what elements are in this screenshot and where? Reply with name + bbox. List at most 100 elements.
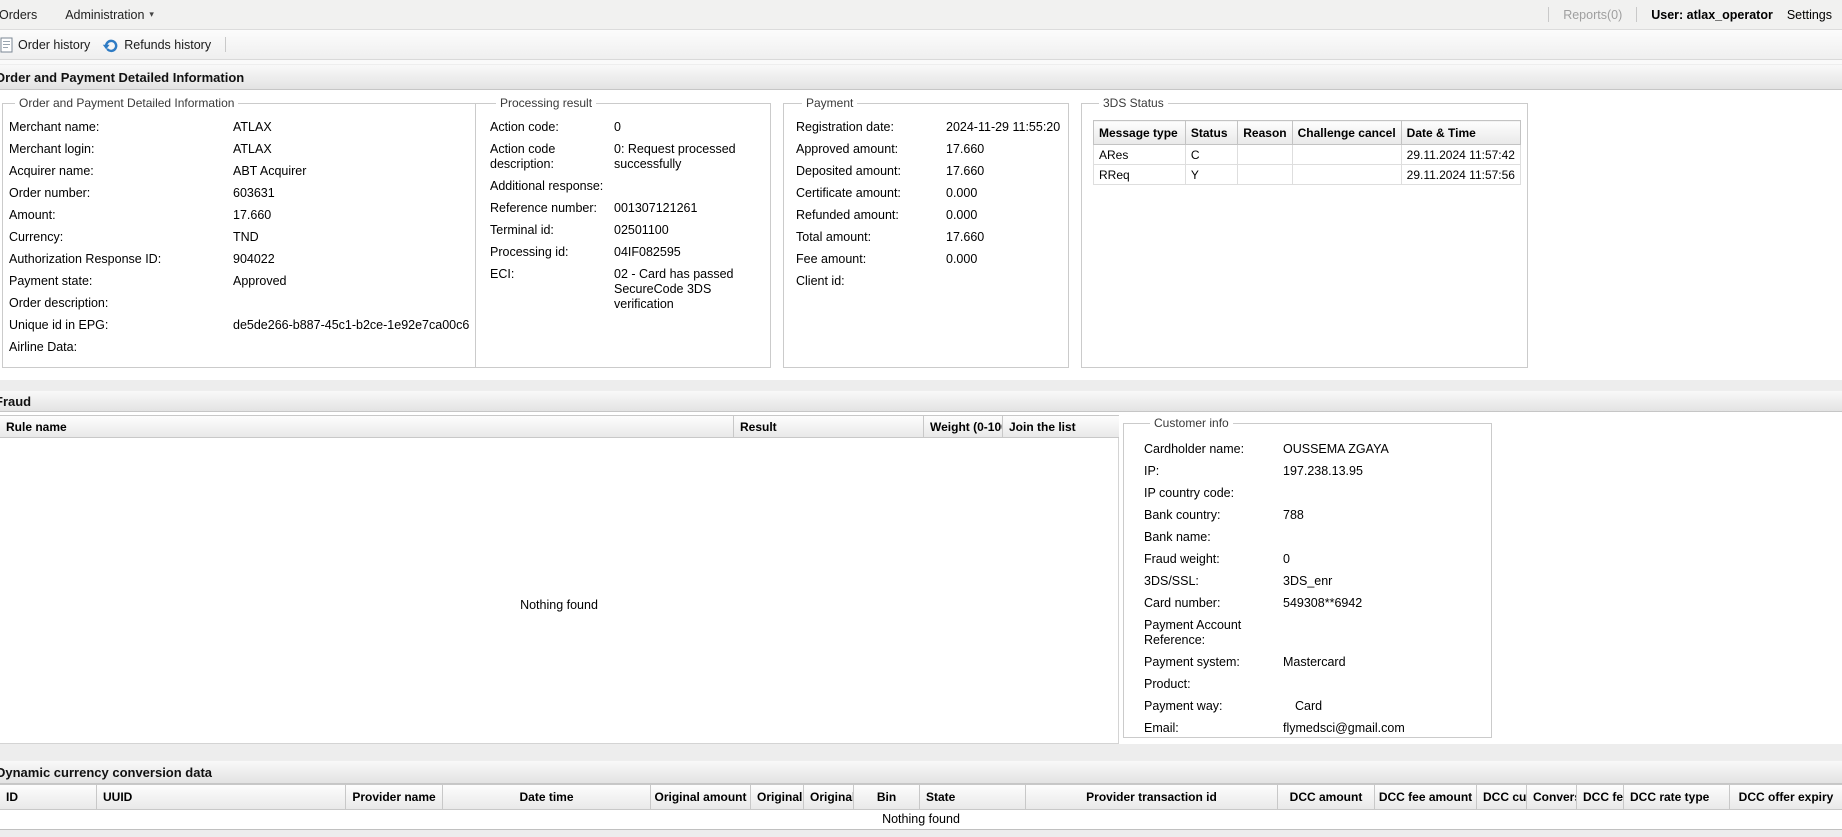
field-row: Client id: [796,274,1062,289]
order-info-legend: Order and Payment Detailed Information [19,96,235,110]
dcc-col-header: DCC rate type [1624,785,1730,809]
user-label: User: atlax_operator [1651,7,1773,22]
field-value: TND [233,230,259,244]
tds-cell: 29.11.2024 11:57:42 [1400,144,1522,165]
menu-administration-label: Administration [65,7,145,22]
field-value: ATLAX [233,142,272,156]
tds-col-header: Date & Time [1400,120,1522,145]
table-row[interactable]: ARes C 29.11.2024 11:57:42 [1093,144,1522,165]
dcc-table-header: ID UUID Provider name Date time Original… [0,784,1842,810]
field-label: Refunded amount: [796,208,899,222]
field-label: Payment system: [1144,655,1240,669]
section-header-fraud: Fraud [0,390,1842,412]
refresh-icon [102,37,119,53]
field-row: Registration date: 2024-11-29 11:55:20 [796,120,1062,135]
order-history-button[interactable]: Order history [0,34,98,56]
field-label: Payment way: [1144,699,1223,713]
field-row: Certificate amount: 0.000 [796,186,1062,201]
field-row: Fee amount: 0.000 [796,252,1062,267]
tds-status-panel: 3DS Status Message type Status Reason Ch… [1081,96,1528,368]
field-label: Processing id: [490,245,569,259]
dcc-col-header: Original amount [651,785,751,809]
dcc-col-header: DCC fee amount [1375,785,1477,809]
menu-orders[interactable]: Orders [0,0,51,30]
tds-col-header: Message type [1093,120,1186,145]
toolbar: Order history Refunds history [0,30,1842,60]
field-row: Amount: 17.660 [9,208,469,223]
menu-administration[interactable]: Administration ▾ [51,0,168,30]
dcc-col-header: Conversi [1527,785,1577,809]
field-value: 3DS_enr [1283,574,1333,588]
menu-settings[interactable]: Settings [1787,8,1832,22]
table-row[interactable]: RReq Y 29.11.2024 11:57:56 [1093,164,1522,185]
tds-cell [1237,144,1293,165]
tds-status-table: Message type Status Reason Challenge can… [1093,120,1522,185]
section-title: Order and Payment Detailed Information [0,69,245,85]
processing-result-panel: Processing result Action code: 0 Action c… [475,96,771,368]
field-row: Authorization Response ID: 904022 [9,252,469,267]
field-label: Terminal id: [490,223,554,237]
field-row: Total amount: 17.660 [796,230,1062,245]
menu-separator [1636,7,1638,22]
field-label: 3DS/SSL: [1144,574,1199,588]
processing-result-legend: Processing result [500,96,593,110]
field-row: Merchant login: ATLAX [9,142,469,157]
field-label: Fraud weight: [1144,552,1220,566]
refunds-history-button[interactable]: Refunds history [98,34,219,56]
tds-col-header: Status [1184,120,1239,145]
field-label: Client id: [796,274,845,288]
dcc-col-header: UUID [97,785,346,809]
dcc-empty-message: Nothing found [0,810,1842,830]
tds-cell [1291,164,1402,185]
fraud-col-header: Result [734,416,924,437]
field-row: Unique id in EPG: de5de266-b887-45c1-b2ce… [9,318,469,333]
field-row: Payment state: Approved [9,274,469,289]
field-value: 17.660 [946,142,985,156]
tds-col-header: Challenge cancel [1291,120,1402,145]
dcc-col-header: Date time [443,785,651,809]
tds-cell: ARes [1093,144,1186,165]
refunds-history-label: Refunds history [124,37,212,52]
field-row: Action code: 0 [490,120,764,135]
field-label: Action code: [490,120,559,134]
field-row: Currency: TND [9,230,469,245]
field-row: Cardholder name: OUSSEMA ZGAYA [1144,442,1485,457]
field-value: de5de266-b887-45c1-b2ce-1e92e7ca00c6 [233,318,470,332]
field-label: Payment state: [9,274,93,288]
field-label: Fee amount: [796,252,867,266]
field-row: Approved amount: 17.660 [796,142,1062,157]
field-label: ECI: [490,267,515,281]
field-row: Bank name: [1144,530,1485,545]
field-label: Email: [1144,721,1179,735]
dcc-col-header: Original f [751,785,804,809]
order-history-label: Order history [18,37,91,52]
field-row: Processing id: 04IF082595 [490,245,764,260]
menu-reports[interactable]: Reports(0) [1563,8,1622,22]
detail-panels: Order and Payment Detailed Information M… [0,90,1842,380]
field-value: 04IF082595 [614,245,681,259]
tds-cell: 29.11.2024 11:57:56 [1400,164,1522,185]
field-label: Authorization Response ID: [9,252,162,266]
field-row: Email: flymedsci@gmail.com [1144,721,1485,736]
field-row: Deposited amount: 17.660 [796,164,1062,179]
field-value: 0.000 [946,186,978,200]
section-title: Dynamic currency conversion data [0,764,213,780]
field-label: Acquirer name: [9,164,94,178]
field-label: Deposited amount: [796,164,901,178]
document-icon [0,37,13,53]
field-label: Total amount: [796,230,872,244]
field-value: 02501100 [614,223,669,237]
dcc-col-header: DCC amount [1278,785,1375,809]
tds-col-header: Reason [1237,120,1293,145]
fraud-col-header: Rule name [0,416,734,437]
dcc-col-header: DCC curr [1477,785,1527,809]
dcc-col-header: Original c [804,785,854,809]
field-row: Card number: 549308**6942 [1144,596,1485,611]
tds-status-legend: 3DS Status [1103,96,1164,110]
field-label: Additional response: [490,179,604,193]
menu-bar: Orders Administration ▾ Reports(0) User:… [0,0,1842,30]
field-value: Card [1295,699,1323,713]
field-row: Bank country: 788 [1144,508,1485,523]
field-label: Amount: [9,208,56,222]
field-value: 549308**6942 [1283,596,1363,610]
